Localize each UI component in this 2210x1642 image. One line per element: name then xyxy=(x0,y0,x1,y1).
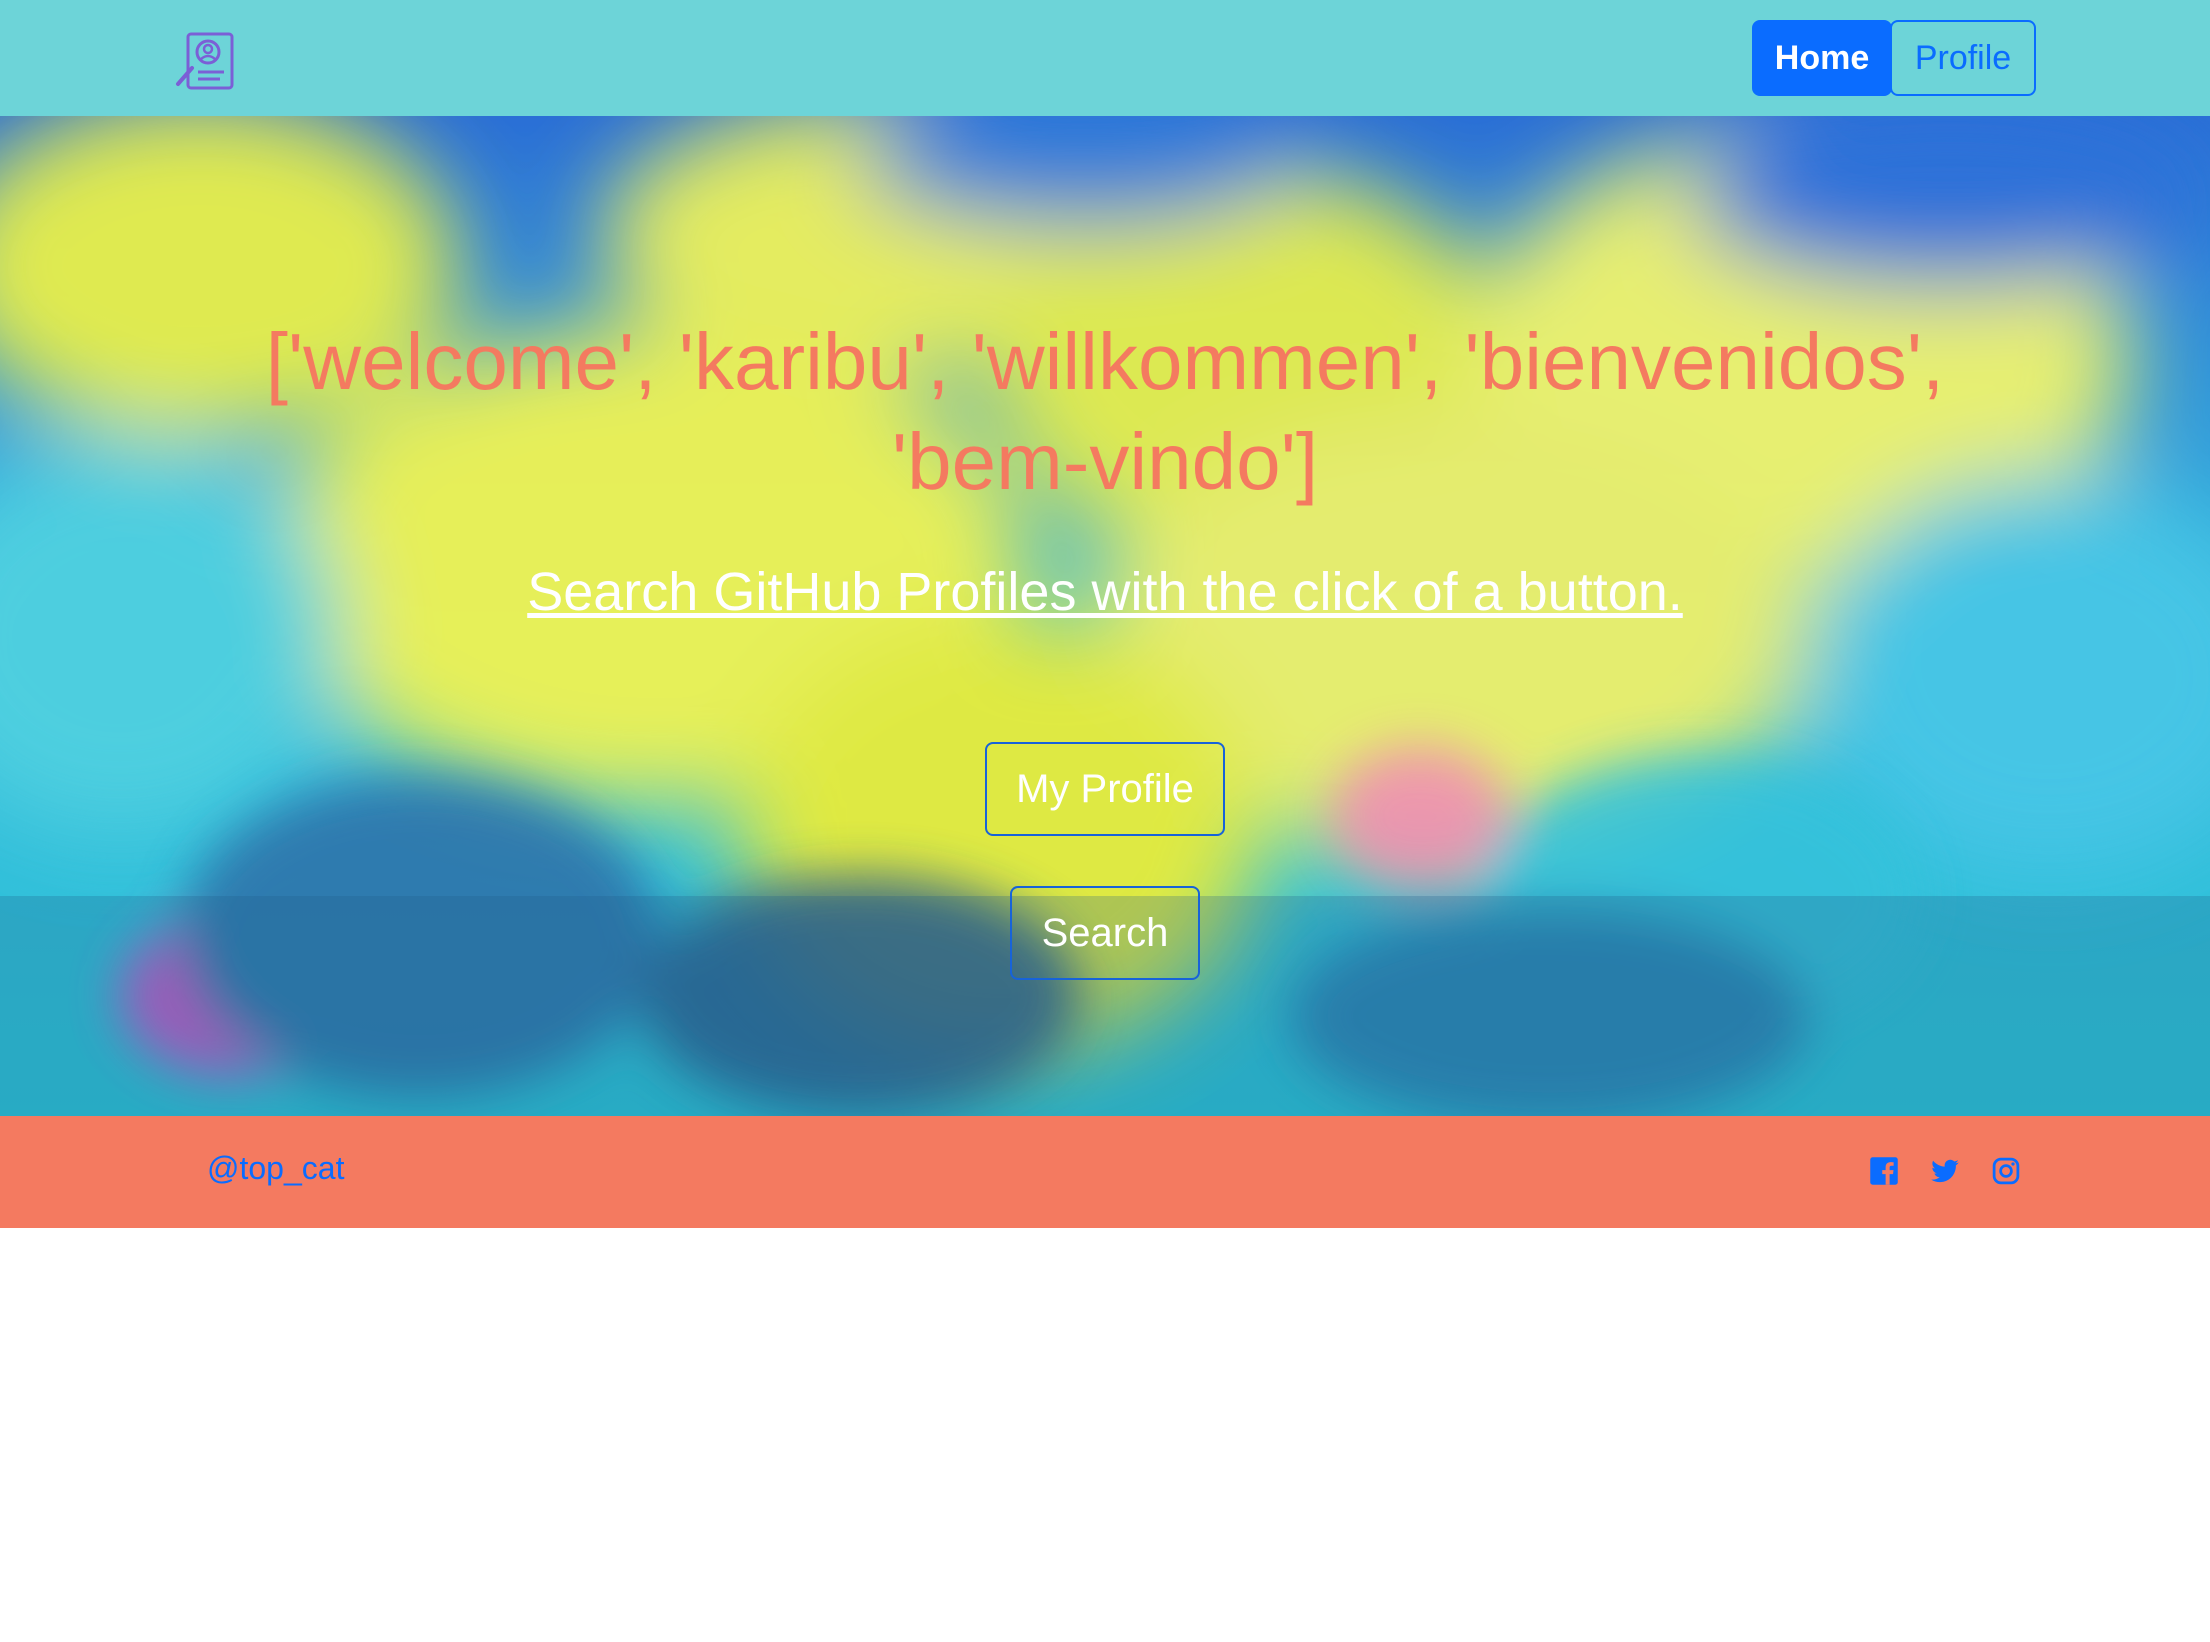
navbar: Home Profile xyxy=(0,0,2210,116)
footer: @top_cat xyxy=(0,1116,2210,1228)
search-button[interactable]: Search xyxy=(1010,886,1200,980)
hero-title: ['welcome', 'karibu', 'willkommen', 'bie… xyxy=(265,317,1945,506)
nav-home-button[interactable]: Home xyxy=(1752,20,1892,96)
nav-profile-button[interactable]: Profile xyxy=(1890,20,2036,96)
footer-handle-link[interactable]: @top_cat xyxy=(207,1150,344,1187)
twitter-icon[interactable] xyxy=(1930,1156,1960,1186)
hero-section: ['welcome', 'karibu', 'willkommen', 'bie… xyxy=(0,116,2210,1116)
profile-search-icon[interactable] xyxy=(172,28,238,94)
facebook-icon[interactable] xyxy=(1869,1156,1899,1186)
hero-tagline-link[interactable]: Search GitHub Profiles with the click of… xyxy=(205,561,2005,623)
my-profile-button[interactable]: My Profile xyxy=(985,742,1225,836)
instagram-icon[interactable] xyxy=(1991,1156,2021,1186)
